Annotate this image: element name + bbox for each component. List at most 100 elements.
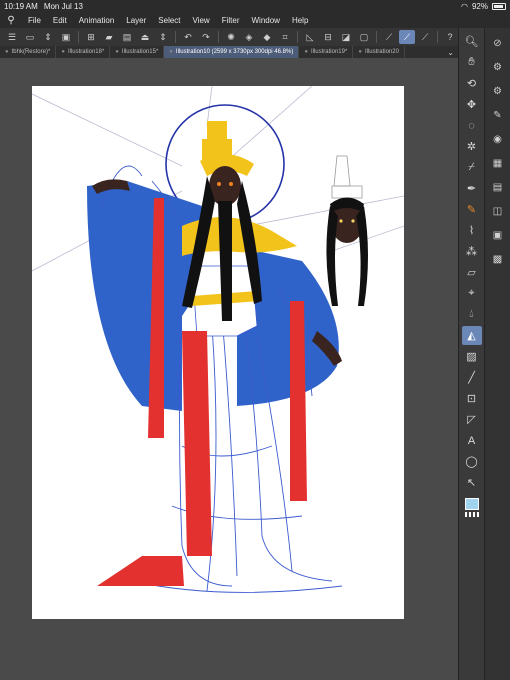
- crop-icon[interactable]: ⊟: [320, 30, 336, 44]
- transparent-color-swatch[interactable]: [464, 512, 479, 517]
- close-icon[interactable]: ●: [115, 49, 119, 55]
- artwork: [32, 86, 404, 593]
- gradient-icon[interactable]: ▨: [462, 347, 482, 366]
- magic-wand-icon[interactable]: ✲: [462, 137, 482, 156]
- menu-view[interactable]: View: [187, 16, 216, 25]
- open-folder-icon[interactable]: ▰: [101, 30, 117, 44]
- new-canvas-icon[interactable]: ▭: [22, 30, 38, 44]
- close-icon[interactable]: ●: [358, 49, 362, 55]
- color-wheel-icon[interactable]: ◉: [489, 130, 507, 148]
- eraser-icon[interactable]: ▱: [462, 263, 482, 282]
- close-icon[interactable]: ●: [61, 49, 65, 55]
- tab-tbhk[interactable]: ● tbhk(Restore)*: [0, 46, 57, 58]
- layer-property-icon[interactable]: ▤: [489, 178, 507, 196]
- redo-icon[interactable]: ↷: [198, 30, 214, 44]
- save-icon[interactable]: ▤: [119, 30, 135, 44]
- toolbar-divider: [376, 31, 377, 43]
- close-icon[interactable]: ●: [169, 49, 173, 55]
- text-icon[interactable]: A: [462, 431, 482, 450]
- clip-studio-app: 10:19 AM Mon Jul 13 ◠ 92% ⚲ File Edit An…: [0, 0, 510, 680]
- undo-icon[interactable]: ↶: [180, 30, 196, 44]
- selection-frame-icon[interactable]: ▢: [356, 30, 372, 44]
- loading-icon[interactable]: ✺: [223, 30, 239, 44]
- lasso-icon[interactable]: ◌: [462, 116, 482, 135]
- move-icon[interactable]: ✥: [462, 95, 482, 114]
- snap-active-icon[interactable]: ⟋: [399, 30, 415, 44]
- expand-icon[interactable]: ⇕: [155, 30, 171, 44]
- document-tabs: ● tbhk(Restore)* ● Illustration18* ● Illust…: [0, 46, 458, 58]
- subtool-icon[interactable]: ⚙︎: [489, 58, 507, 76]
- brush-icon[interactable]: ⌇: [462, 221, 482, 240]
- tab-label: Illustration10 (2599 x 3730px 300dpi 46.…: [175, 49, 294, 55]
- crown-top: [207, 121, 227, 139]
- close-icon[interactable]: ●: [304, 49, 308, 55]
- layers-icon[interactable]: ◫: [489, 202, 507, 220]
- menu-edit[interactable]: Edit: [47, 16, 73, 25]
- new-file-icon[interactable]: ⊞: [83, 30, 99, 44]
- app-logo-icon[interactable]: ⚲: [0, 15, 22, 26]
- eyedropper-icon[interactable]: ⌿: [462, 158, 482, 177]
- correct-line-icon[interactable]: ↖: [462, 473, 482, 492]
- drawing-canvas[interactable]: [32, 86, 404, 619]
- fill-icon[interactable]: ◈: [241, 30, 257, 44]
- tab-illustration10[interactable]: ● Illustration10 (2599 x 3730px 300dpi 46…: [164, 46, 300, 58]
- blend-icon[interactable]: ⌖: [462, 284, 482, 303]
- balloon-icon[interactable]: ◯: [462, 452, 482, 471]
- export-icon[interactable]: ⏏: [137, 30, 153, 44]
- invert-selection-icon[interactable]: ◪: [338, 30, 354, 44]
- ios-status-bar: 10:19 AM Mon Jul 13 ◠ 92%: [0, 0, 510, 12]
- line-icon[interactable]: ╱: [462, 368, 482, 387]
- navigator-icon[interactable]: ⊘: [489, 34, 507, 52]
- head-study: [326, 155, 368, 306]
- help-icon[interactable]: ?: [442, 30, 458, 44]
- close-icon[interactable]: ●: [5, 49, 9, 55]
- hamburger-menu-icon[interactable]: ☰: [4, 30, 20, 44]
- wifi-icon: ◠: [461, 1, 468, 11]
- menu-file[interactable]: File: [22, 16, 47, 25]
- menu-animation[interactable]: Animation: [73, 16, 121, 25]
- tab-label: Illustration19*: [310, 49, 348, 55]
- foreground-color-swatch[interactable]: [464, 498, 479, 510]
- tab-illustration20[interactable]: ● Illustration20: [353, 46, 405, 58]
- gallery-icon[interactable]: ▩: [489, 250, 507, 268]
- menu-help[interactable]: Help: [286, 16, 314, 25]
- status-time: 10:19 AM: [4, 1, 38, 11]
- material-icon[interactable]: ▣: [489, 226, 507, 244]
- window-icon[interactable]: ▣: [58, 30, 74, 44]
- canvas-workarea[interactable]: [0, 58, 458, 680]
- menu-layer[interactable]: Layer: [120, 16, 152, 25]
- zoom-icon[interactable]: 🔍︎: [462, 32, 482, 51]
- tabs-overflow-chevron-icon[interactable]: ⌄: [443, 46, 458, 58]
- frame-icon[interactable]: ⊡: [462, 389, 482, 408]
- drops-icon[interactable]: 💧︎: [462, 305, 482, 324]
- menu-window[interactable]: Window: [246, 16, 286, 25]
- ruler-icon[interactable]: ◸: [462, 410, 482, 429]
- snap-grid-icon[interactable]: ⟋: [417, 30, 433, 44]
- tab-illustration18[interactable]: ● Illustration18*: [56, 46, 111, 58]
- clear-selection-icon[interactable]: ◺: [302, 30, 318, 44]
- paint-bucket-icon[interactable]: ◆: [259, 30, 275, 44]
- ribbon-foot: [97, 556, 184, 586]
- airbrush-icon[interactable]: ⁂: [462, 242, 482, 261]
- ruler-snap-icon[interactable]: ⟋: [381, 30, 397, 44]
- tab-illustration19[interactable]: ● Illustration19*: [299, 46, 354, 58]
- hand-icon[interactable]: ✋︎: [462, 53, 482, 72]
- toolbar-divider: [218, 31, 219, 43]
- menu-select[interactable]: Select: [152, 16, 186, 25]
- rotate-icon[interactable]: ⟲: [462, 74, 482, 93]
- arrows-updown-icon[interactable]: ⇕: [40, 30, 56, 44]
- guide-line: [32, 93, 183, 167]
- brush-size-icon[interactable]: ✎: [489, 106, 507, 124]
- guide-line: [226, 86, 313, 162]
- tab-label: Illustration18*: [67, 49, 105, 55]
- pencil-icon[interactable]: ✎: [462, 200, 482, 219]
- transform-icon[interactable]: ⌗: [277, 30, 293, 44]
- pen-icon[interactable]: ✒︎: [462, 179, 482, 198]
- menu-filter[interactable]: Filter: [216, 16, 246, 25]
- tab-label: Illustration20: [364, 49, 399, 55]
- eye-left: [217, 182, 221, 186]
- tab-illustration15[interactable]: ● Illustration15*: [110, 46, 165, 58]
- fill-bucket-icon[interactable]: ◭: [461, 326, 482, 345]
- color-set-icon[interactable]: ▦: [489, 154, 507, 172]
- tool-property-icon[interactable]: ⚙︎: [489, 82, 507, 100]
